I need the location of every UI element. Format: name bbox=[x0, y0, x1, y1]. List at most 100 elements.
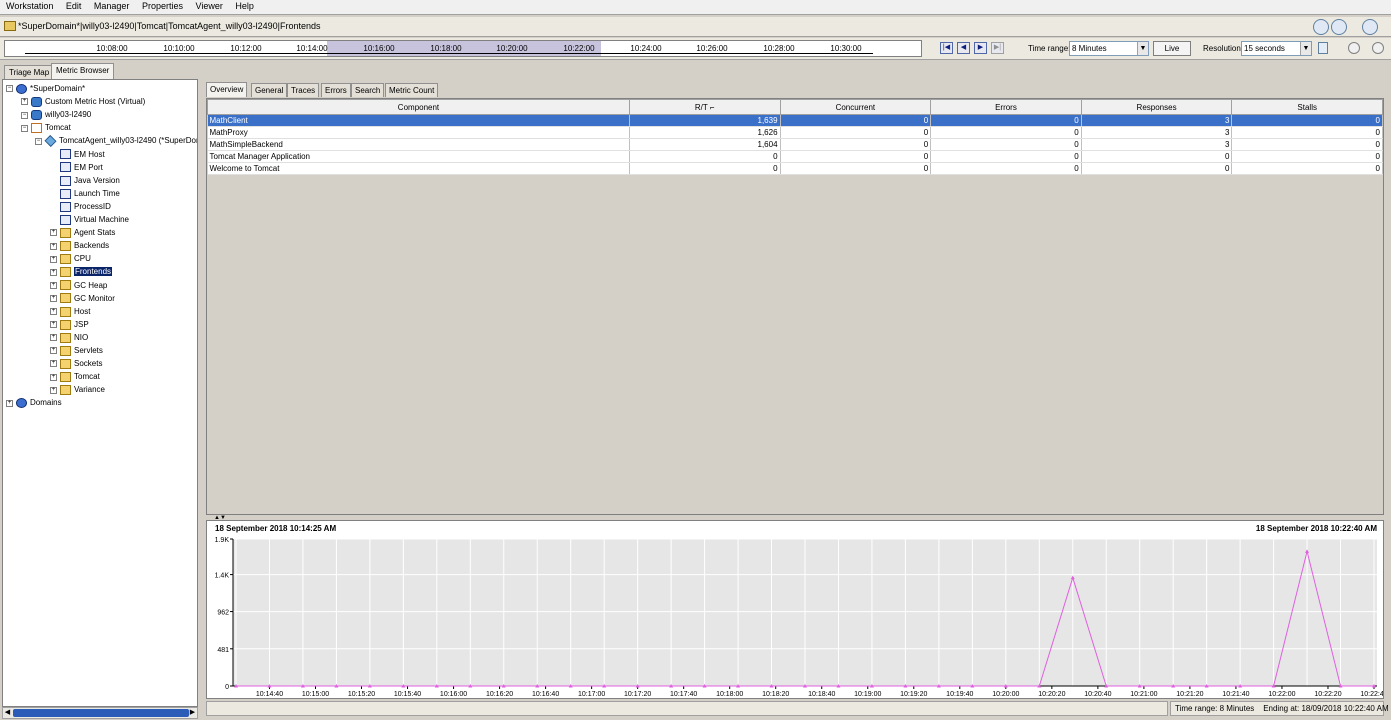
ruler-tick: 10:10:00 bbox=[163, 44, 195, 53]
metric-path: *SuperDomain*|willy03-l2490|Tomcat|Tomca… bbox=[18, 21, 321, 31]
tree-node[interactable]: + CPU bbox=[50, 252, 91, 265]
x-tick-label: 10:14:40 bbox=[256, 691, 283, 698]
menu-properties[interactable]: Properties bbox=[138, 0, 187, 11]
tree-node[interactable]: + Sockets bbox=[50, 357, 102, 370]
resolution-select[interactable]: 15 seconds ▼ bbox=[1241, 41, 1312, 56]
tree-node[interactable]: − *SuperDomain* bbox=[6, 82, 85, 95]
scroll-left-icon[interactable]: ◀ bbox=[3, 708, 12, 718]
tree-node[interactable]: + Servlets bbox=[50, 344, 103, 357]
table-row[interactable]: Welcome to Tomcat 0 0 0 0 0 bbox=[207, 162, 1383, 175]
tree-node[interactable]: + Backends bbox=[50, 239, 109, 252]
expand-icon[interactable]: + bbox=[50, 294, 57, 302]
tab-triage-map[interactable]: Triage Map bbox=[4, 65, 55, 79]
tree-node[interactable]: + Host bbox=[50, 305, 90, 318]
menu-help[interactable]: Help bbox=[231, 0, 258, 11]
forward-button[interactable] bbox=[1362, 19, 1378, 35]
table-row[interactable]: Tomcat Manager Application 0 0 0 0 0 bbox=[207, 150, 1383, 163]
expand-icon[interactable]: + bbox=[50, 281, 57, 289]
tree-node[interactable]: Launch Time bbox=[50, 187, 120, 200]
globe-icon[interactable] bbox=[1313, 19, 1329, 35]
expand-icon[interactable]: + bbox=[50, 229, 57, 237]
tree-node[interactable]: + Custom Metric Host (Virtual) bbox=[21, 95, 145, 108]
y-tick-label: 1.4K bbox=[215, 573, 230, 580]
expand-icon[interactable]: + bbox=[50, 255, 57, 263]
tab-general[interactable]: General bbox=[251, 83, 288, 97]
skip-back-button[interactable]: |◀ bbox=[940, 42, 953, 54]
tree-node[interactable]: + Frontends bbox=[50, 265, 113, 278]
expand-icon[interactable]: + bbox=[50, 242, 57, 250]
menu-viewer[interactable]: Viewer bbox=[192, 0, 227, 11]
expand-icon[interactable]: + bbox=[50, 373, 57, 381]
tree-node[interactable]: − TomcatAgent_willy03-l2490 (*SuperDomain… bbox=[35, 134, 197, 148]
expand-icon[interactable]: + bbox=[50, 334, 57, 342]
tree-node[interactable]: ProcessID bbox=[50, 200, 111, 213]
expand-icon[interactable]: + bbox=[50, 360, 57, 368]
column-header-responses[interactable]: Responses bbox=[1080, 99, 1233, 115]
lock-icon[interactable] bbox=[1318, 42, 1328, 54]
menu-edit[interactable]: Edit bbox=[62, 0, 86, 11]
collapse-icon[interactable]: − bbox=[35, 137, 42, 145]
tree-node-label: *SuperDomain* bbox=[30, 84, 86, 93]
tree-node-label: Servlets bbox=[74, 346, 103, 355]
table-row[interactable]: MathProxy 1,626 0 0 3 0 bbox=[207, 126, 1383, 139]
column-header-concurrent[interactable]: Concurrent bbox=[779, 99, 932, 115]
scrollbar-thumb[interactable] bbox=[13, 709, 189, 717]
tree-node[interactable]: + GC Heap bbox=[50, 279, 107, 292]
tab-overview[interactable]: Overview bbox=[206, 82, 248, 97]
tree-node[interactable]: − willy03-l2490 bbox=[21, 108, 91, 121]
tab-metric-browser[interactable]: Metric Browser bbox=[51, 63, 115, 79]
tree-node[interactable]: + Variance bbox=[50, 383, 105, 396]
collapse-icon[interactable]: − bbox=[21, 124, 28, 132]
menu-workstation[interactable]: Workstation bbox=[0, 0, 57, 11]
tab-errors[interactable]: Errors bbox=[321, 83, 351, 97]
time-range-select[interactable]: 8 Minutes ▼ bbox=[1069, 41, 1149, 56]
column-header-rt[interactable]: R/T ⌐ bbox=[628, 99, 781, 115]
tree-node[interactable]: Java Version bbox=[50, 174, 120, 187]
expand-icon[interactable]: + bbox=[6, 399, 13, 407]
tree-node[interactable]: Virtual Machine bbox=[50, 213, 129, 226]
expand-icon[interactable]: + bbox=[50, 347, 57, 355]
expand-icon[interactable]: + bbox=[50, 308, 57, 316]
tree-node[interactable]: + GC Monitor bbox=[50, 292, 115, 305]
refresh-icon[interactable] bbox=[1348, 42, 1360, 54]
tree-node[interactable]: + Domains bbox=[6, 396, 62, 409]
tree-node-label: NIO bbox=[74, 332, 89, 342]
y-tick-label: 962 bbox=[217, 610, 229, 617]
tree-horizontal-scrollbar[interactable]: ◀ ▶ bbox=[2, 707, 198, 719]
skip-forward-button[interactable]: ▶| bbox=[991, 42, 1004, 54]
step-back-button[interactable]: ◀ bbox=[957, 42, 970, 54]
metric-icon bbox=[60, 162, 71, 173]
tree-node[interactable]: + Tomcat bbox=[50, 370, 100, 383]
table-cell: 0 bbox=[1081, 162, 1233, 175]
panel-splitter[interactable] bbox=[199, 79, 204, 719]
settings-icon[interactable] bbox=[1372, 42, 1384, 54]
tree-node[interactable]: + Agent Stats bbox=[50, 226, 115, 239]
time-ruler[interactable]: 10:08:00 10:10:00 10:12:00 10:14:00 10:1… bbox=[4, 40, 922, 57]
expand-icon[interactable]: + bbox=[21, 98, 28, 106]
metric-icon bbox=[60, 201, 71, 212]
column-header-component[interactable]: Component bbox=[207, 99, 630, 115]
tree-node[interactable]: − Tomcat bbox=[21, 121, 71, 134]
tree-node[interactable]: + NIO bbox=[50, 331, 88, 344]
table-row[interactable]: MathClient 1,639 0 0 3 0 bbox=[207, 114, 1383, 127]
tree-node[interactable]: EM Port bbox=[50, 161, 103, 174]
expand-icon[interactable]: + bbox=[50, 386, 57, 394]
x-tick-label: 10:18:40 bbox=[808, 691, 835, 698]
tab-traces[interactable]: Traces bbox=[287, 83, 320, 97]
scroll-right-icon[interactable]: ▶ bbox=[188, 708, 197, 718]
menu-manager[interactable]: Manager bbox=[90, 0, 134, 11]
expand-icon[interactable]: + bbox=[50, 321, 57, 329]
tab-search[interactable]: Search bbox=[351, 83, 385, 97]
tab-metric-count[interactable]: Metric Count bbox=[385, 83, 439, 97]
back-button[interactable] bbox=[1331, 19, 1347, 35]
tree-node[interactable]: EM Host bbox=[50, 148, 105, 161]
expand-icon[interactable]: + bbox=[50, 268, 57, 276]
table-row[interactable]: MathSimpleBackend 1,604 0 0 3 0 bbox=[207, 138, 1383, 151]
column-header-errors[interactable]: Errors bbox=[930, 99, 1082, 115]
live-button[interactable]: Live bbox=[1153, 41, 1191, 56]
step-forward-button[interactable]: ▶ bbox=[974, 42, 987, 54]
collapse-icon[interactable]: − bbox=[6, 85, 13, 93]
tree-node[interactable]: + JSP bbox=[50, 318, 89, 331]
collapse-icon[interactable]: − bbox=[21, 111, 28, 119]
column-header-stalls[interactable]: Stalls bbox=[1231, 99, 1383, 115]
